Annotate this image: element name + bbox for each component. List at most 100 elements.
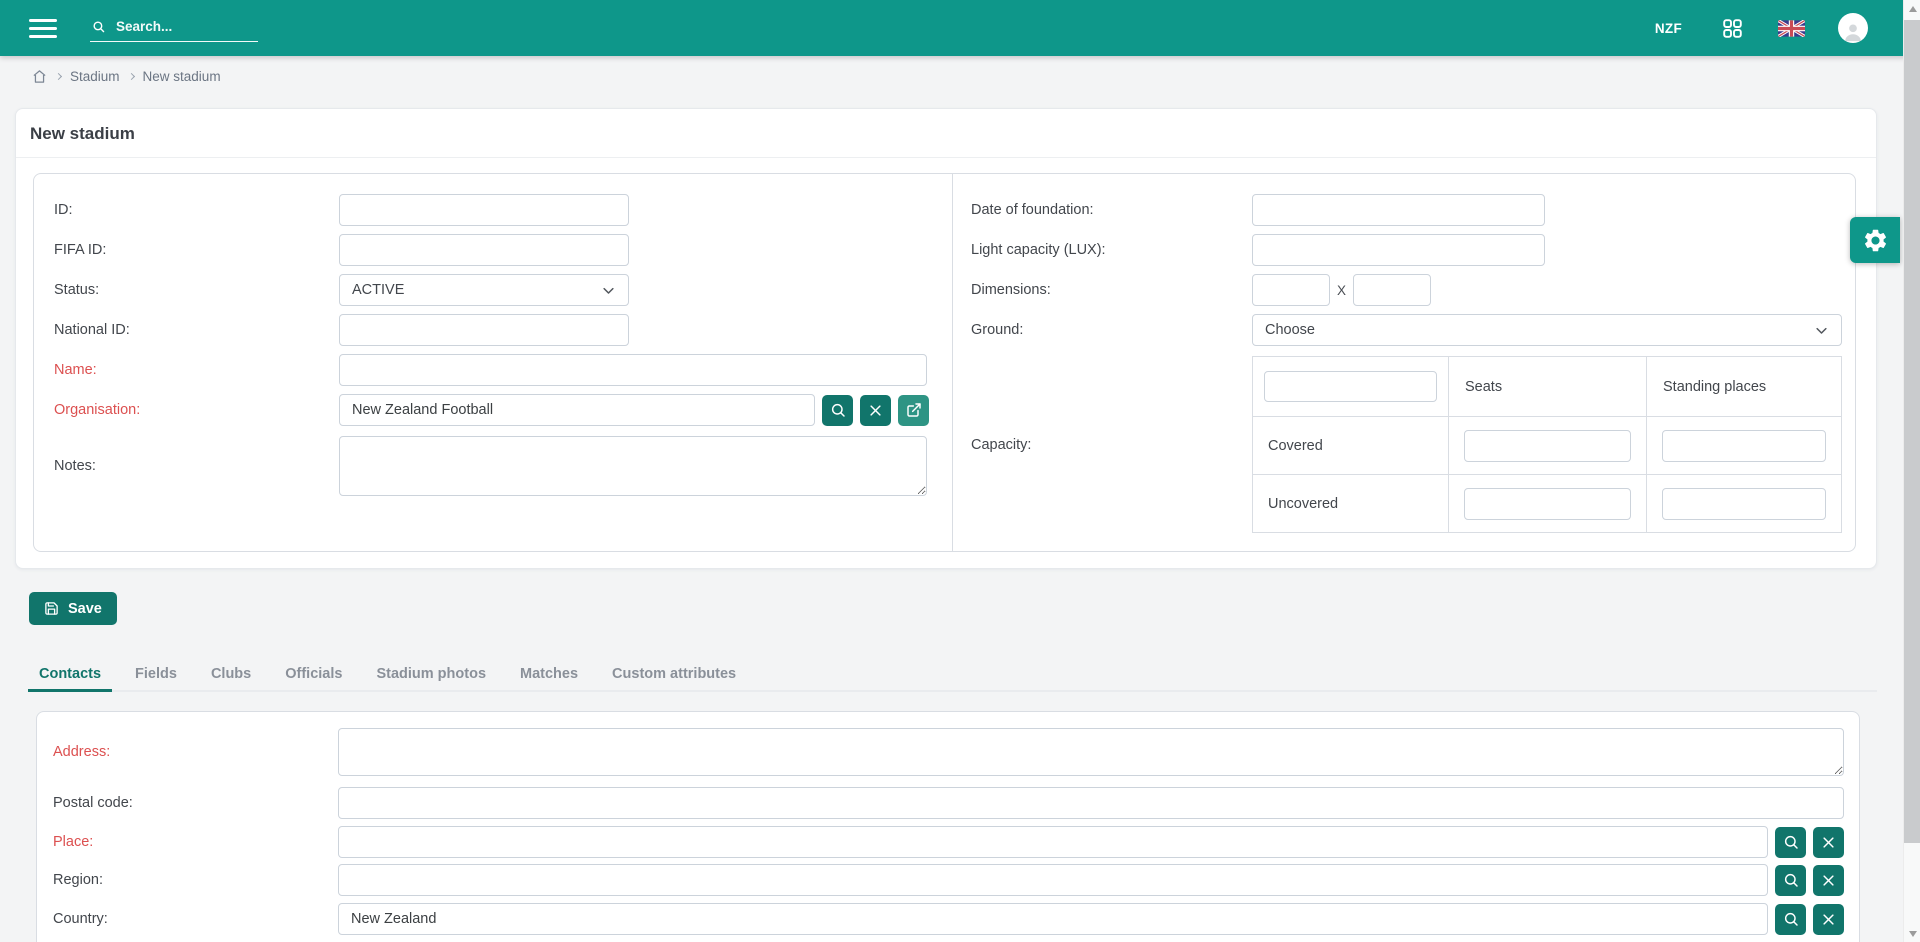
search-icon <box>92 19 105 34</box>
tabs-bar: Contacts Fields Clubs Officials Stadium … <box>28 659 1877 692</box>
organisation-open-button[interactable] <box>898 395 929 426</box>
capacity-col-standing-places: Standing places <box>1647 357 1842 417</box>
page-scrollbar[interactable] <box>1903 0 1920 942</box>
scrollbar-thumb[interactable] <box>1904 20 1920 843</box>
country-clear-button[interactable] <box>1813 904 1844 935</box>
dimension-length-input[interactable] <box>1353 274 1431 306</box>
breadcrumb-item-new-stadium: New stadium <box>143 69 221 84</box>
covered-standing-places-input[interactable] <box>1662 430 1826 462</box>
tab-officials[interactable]: Officials <box>274 659 353 692</box>
uk-flag-icon <box>1778 20 1805 37</box>
postal-code-input[interactable] <box>338 787 1844 819</box>
dimension-width-input[interactable] <box>1252 274 1330 306</box>
organisation-clear-button[interactable] <box>860 395 891 426</box>
organisation-search-button[interactable] <box>822 395 853 426</box>
settings-fab-button[interactable] <box>1850 217 1900 263</box>
light-capacity-label: Light capacity (LUX): <box>971 242 1252 258</box>
page-title: New stadium <box>16 109 1876 158</box>
notes-textarea[interactable] <box>339 436 927 496</box>
ground-select[interactable]: Choose <box>1252 314 1842 346</box>
menu-toggle-button[interactable] <box>27 15 59 42</box>
tab-custom-attributes[interactable]: Custom attributes <box>601 659 747 692</box>
org-code-label[interactable]: NZF <box>1655 21 1682 36</box>
organisation-label: Organisation: <box>54 402 339 418</box>
covered-seats-input[interactable] <box>1464 430 1631 462</box>
status-label: Status: <box>54 282 339 298</box>
region-input[interactable] <box>338 864 1768 896</box>
country-input[interactable] <box>338 903 1768 935</box>
contacts-card: Address: Postal code: Place: Region: <box>36 711 1860 942</box>
chevron-down-icon <box>601 283 616 298</box>
search-icon <box>830 402 846 418</box>
apps-grid-icon <box>1723 19 1742 38</box>
organisation-input[interactable] <box>339 394 815 426</box>
search-icon <box>1783 911 1799 927</box>
scrollbar-down-arrow[interactable] <box>1904 925 1920 942</box>
search-icon <box>1783 834 1799 850</box>
region-search-button[interactable] <box>1775 865 1806 896</box>
country-label: Country: <box>53 911 338 927</box>
external-link-icon <box>906 402 922 418</box>
gear-icon <box>1862 227 1889 254</box>
table-row: Uncovered <box>1253 475 1842 533</box>
topbar-search <box>90 15 258 42</box>
scrollbar-up-arrow[interactable] <box>1904 0 1920 17</box>
country-search-button[interactable] <box>1775 904 1806 935</box>
user-avatar[interactable] <box>1838 13 1868 43</box>
breadcrumb-item-stadium[interactable]: Stadium <box>70 69 120 84</box>
place-clear-button[interactable] <box>1813 827 1844 858</box>
save-button[interactable]: Save <box>29 592 117 625</box>
save-icon <box>44 601 59 616</box>
uncovered-standing-places-input[interactable] <box>1662 488 1826 520</box>
save-button-label: Save <box>68 601 102 617</box>
fifa-id-input[interactable] <box>339 234 629 266</box>
dimensions-label: Dimensions: <box>971 282 1252 298</box>
capacity-row-uncovered: Uncovered <box>1253 475 1449 533</box>
tab-matches[interactable]: Matches <box>509 659 589 692</box>
region-clear-button[interactable] <box>1813 865 1844 896</box>
table-row: Covered <box>1253 417 1842 475</box>
address-textarea[interactable] <box>338 728 1844 776</box>
status-select[interactable]: ACTIVE <box>339 274 629 306</box>
tab-fields[interactable]: Fields <box>124 659 188 692</box>
place-label: Place: <box>53 834 338 850</box>
id-input[interactable] <box>339 194 629 226</box>
status-selected-value: ACTIVE <box>352 282 404 298</box>
tab-clubs[interactable]: Clubs <box>200 659 262 692</box>
stadium-form-right: Date of foundation: Light capacity (LUX)… <box>953 174 1855 551</box>
capacity-label: Capacity: <box>971 437 1252 453</box>
user-avatar-icon <box>1838 13 1868 43</box>
uncovered-seats-input[interactable] <box>1464 488 1631 520</box>
tab-contacts[interactable]: Contacts <box>28 659 112 692</box>
topbar-right-cluster: NZF <box>1655 13 1868 43</box>
search-icon <box>1783 872 1799 888</box>
ground-label: Ground: <box>971 322 1252 338</box>
light-capacity-input[interactable] <box>1252 234 1545 266</box>
capacity-table: Seats Standing places Covered Uncovered <box>1252 356 1842 533</box>
address-label: Address: <box>53 744 338 760</box>
apps-menu-button[interactable] <box>1723 19 1742 38</box>
breadcrumb-separator <box>55 73 62 80</box>
x-icon <box>868 403 883 418</box>
x-icon <box>1821 912 1836 927</box>
date-of-foundation-input[interactable] <box>1252 194 1545 226</box>
search-input[interactable] <box>114 18 256 35</box>
name-input[interactable] <box>339 354 927 386</box>
breadcrumb-separator <box>127 73 134 80</box>
hamburger-icon <box>29 19 57 38</box>
breadcrumb: Stadium New stadium <box>0 56 1920 96</box>
national-id-input[interactable] <box>339 314 629 346</box>
region-label: Region: <box>53 872 338 888</box>
name-label: Name: <box>54 362 339 378</box>
capacity-header-input[interactable] <box>1264 371 1437 402</box>
stadium-card: New stadium ID: FIFA ID: Status: ACTIVE <box>15 108 1877 569</box>
capacity-col-seats: Seats <box>1449 357 1647 417</box>
chevron-down-icon <box>1814 323 1829 338</box>
tab-stadium-photos[interactable]: Stadium photos <box>365 659 497 692</box>
place-search-button[interactable] <box>1775 827 1806 858</box>
place-input[interactable] <box>338 826 1768 858</box>
x-icon <box>1821 873 1836 888</box>
home-icon[interactable] <box>32 69 47 84</box>
language-flag-button[interactable] <box>1778 20 1805 37</box>
capacity-row-covered: Covered <box>1253 417 1449 475</box>
